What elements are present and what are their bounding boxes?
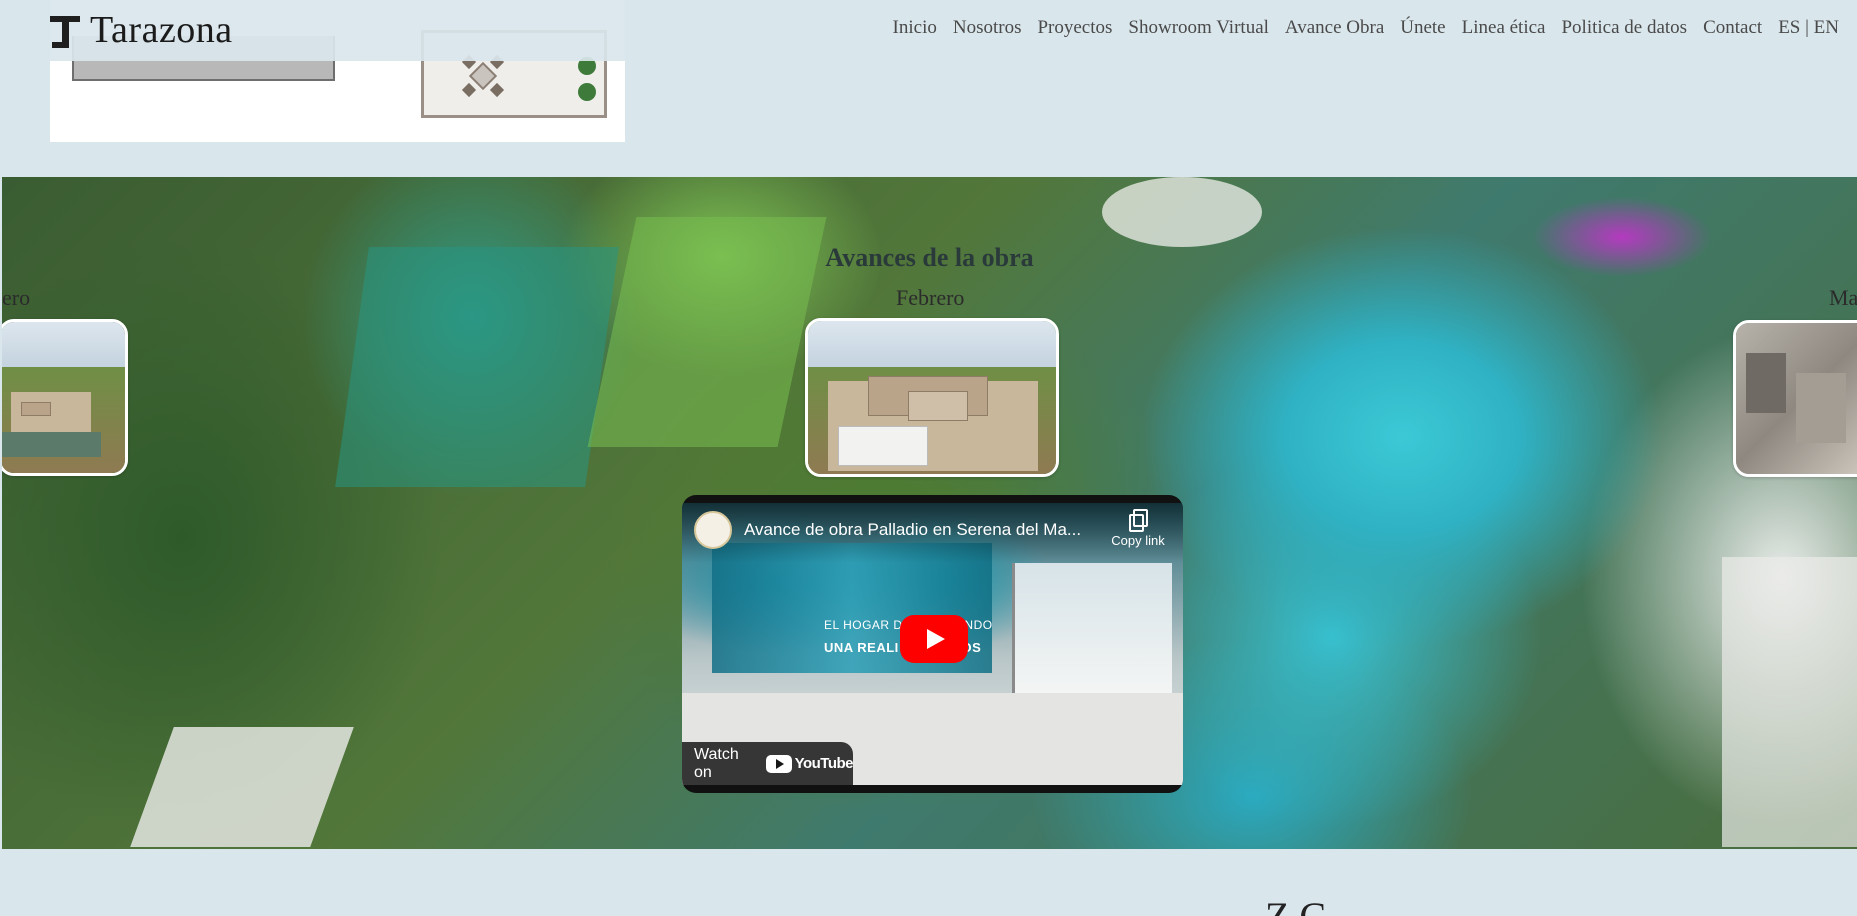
slide-month-label: Ma (1829, 285, 1857, 310)
brand-logo[interactable]: Tarazona (48, 8, 233, 52)
progress-hero: Avances de la obra ero Febrero Ma Avance… (2, 177, 1857, 849)
brand-name: Tarazona (90, 9, 233, 51)
copy-link-label: Copy link (1111, 533, 1165, 548)
nav-item-inicio[interactable]: Inicio (893, 17, 937, 39)
slide-month-label: Febrero (896, 285, 965, 310)
site-header: Tarazona Inicio Nosotros Proyectos Showr… (0, 0, 1857, 61)
watch-on-label: Watch on (694, 745, 739, 781)
slide-month-label: ero (2, 285, 31, 310)
nav-item-proyectos[interactable]: Proyectos (1037, 17, 1112, 39)
youtube-wordmark: YouTube (794, 755, 854, 772)
copy-icon (1129, 509, 1148, 532)
watch-on-youtube-button[interactable]: Watch on YouTube (682, 742, 854, 785)
hero-bg-dome (1102, 177, 1262, 247)
nav-item-avance-obra[interactable]: Avance Obra (1285, 17, 1384, 39)
nav-item-nosotros[interactable]: Nosotros (953, 17, 1022, 39)
hero-bg-building (1722, 557, 1857, 847)
youtube-logo-icon: YouTube (765, 754, 854, 773)
plant-icon (578, 83, 596, 101)
tarazona-logo-icon (48, 10, 82, 50)
carousel-slide-thumbnail[interactable] (2, 319, 128, 476)
section-title: Avances de la obra (825, 243, 1034, 272)
main-nav: Inicio Nosotros Proyectos Showroom Virtu… (893, 17, 1839, 39)
nav-item-contact[interactable]: Contact (1703, 17, 1762, 39)
nav-item-linea-etica[interactable]: Linea ética (1462, 17, 1546, 39)
nav-item-unete[interactable]: Únete (1400, 17, 1445, 39)
video-title[interactable]: Avance de obra Palladio en Serena del Ma… (744, 520, 1104, 540)
carousel-slide-thumbnail[interactable] (1733, 320, 1857, 477)
next-section-title: Z C (1265, 893, 1326, 916)
copy-link-button[interactable]: Copy link (1102, 509, 1174, 548)
channel-avatar[interactable] (694, 511, 732, 549)
language-switcher[interactable]: ES | EN (1778, 17, 1839, 39)
play-button[interactable] (900, 615, 968, 663)
nav-item-showroom-virtual[interactable]: Showroom Virtual (1128, 17, 1268, 39)
youtube-embed[interactable]: Avance de obra Palladio en Serena del Ma… (682, 495, 1183, 793)
play-icon (927, 629, 945, 649)
carousel-slide-thumbnail[interactable] (805, 318, 1059, 477)
hero-bg-court (335, 247, 619, 487)
nav-item-politica-datos[interactable]: Politica de datos (1561, 17, 1687, 39)
hero-bg-building (130, 727, 354, 847)
